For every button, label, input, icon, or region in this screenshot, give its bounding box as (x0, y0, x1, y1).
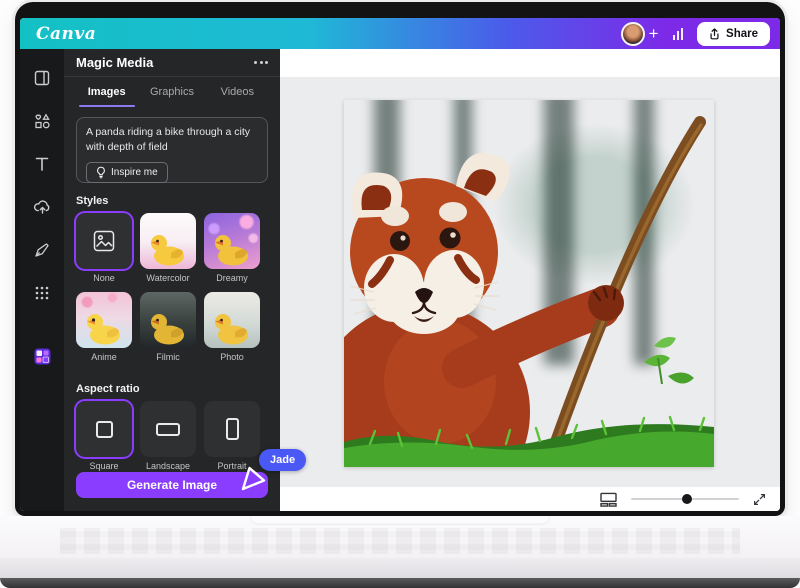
apps-icon[interactable] (28, 279, 56, 307)
laptop-base (0, 516, 800, 588)
share-upload-icon (709, 28, 720, 40)
styles-row-2: Anime (64, 292, 280, 362)
panel-header: Magic Media (64, 49, 280, 77)
aspect-ratio-heading: Aspect ratio (76, 383, 268, 395)
tab-images[interactable]: Images (74, 77, 139, 107)
keyboard (60, 528, 740, 554)
duck-illustration (83, 311, 125, 345)
canvas-bottom-bar (280, 487, 780, 511)
duck-illustration (211, 311, 253, 345)
text-icon[interactable] (28, 150, 56, 178)
hinge-notch (250, 516, 550, 525)
styles-row-1: None (64, 213, 280, 283)
app-window: Canva + Share (20, 18, 780, 511)
laptop-mockup: Canva + Share (0, 0, 800, 588)
pages-view-icon[interactable] (600, 492, 617, 507)
style-thumb-dreamy (204, 213, 260, 269)
zoom-slider-thumb[interactable] (682, 494, 692, 504)
duck-illustration (211, 232, 253, 266)
landscape-icon (156, 423, 180, 436)
canva-logo[interactable]: Canva (36, 24, 96, 44)
laptop-lid: Canva + Share (15, 2, 785, 516)
style-option-anime[interactable]: Anime (76, 292, 132, 362)
tab-graphics[interactable]: Graphics (139, 77, 204, 107)
image-icon (93, 230, 115, 252)
style-thumb-none (76, 213, 132, 269)
aspect-option-landscape[interactable]: Landscape (140, 401, 196, 471)
square-icon (96, 421, 113, 438)
topbar: Canva + Share (20, 18, 780, 49)
styles-heading: Styles (76, 195, 268, 207)
canvas-toolbar (280, 49, 780, 77)
style-option-filmic[interactable]: Filmic (140, 292, 196, 362)
share-button[interactable]: Share (697, 22, 770, 46)
aspect-option-portrait[interactable]: Portrait (204, 401, 260, 471)
aspect-option-square[interactable]: Square (76, 401, 132, 471)
style-thumb-anime (76, 292, 132, 348)
lightbulb-icon (96, 166, 106, 179)
design-icon[interactable] (28, 64, 56, 92)
generated-image[interactable] (344, 100, 714, 467)
style-option-none[interactable]: None (76, 213, 132, 283)
style-option-watercolor[interactable]: Watercolor (140, 213, 196, 283)
style-thumb-watercolor (140, 213, 196, 269)
panel-title: Magic Media (76, 55, 153, 70)
expand-icon[interactable] (753, 493, 766, 506)
prompt-input[interactable]: A panda riding a bike through a city wit… (76, 117, 268, 183)
red-panda-illustration (344, 100, 714, 467)
insights-icon[interactable] (673, 28, 684, 40)
add-member-button[interactable]: + (649, 25, 659, 42)
tab-videos[interactable]: Videos (205, 77, 270, 107)
style-option-dreamy[interactable]: Dreamy (204, 213, 260, 283)
workspace: Magic Media Images Graphics Videos A pan… (20, 49, 780, 511)
inspire-me-label: Inspire me (111, 167, 158, 178)
duck-illustration (147, 232, 189, 266)
duck-illustration (147, 311, 189, 345)
style-option-photo[interactable]: Photo (204, 292, 260, 362)
uploads-icon[interactable] (28, 193, 56, 221)
panel-tabs: Images Graphics Videos (64, 77, 280, 107)
ellipsis-icon[interactable] (254, 57, 268, 68)
aspect-ratio-options: Square Landscape Portrait (64, 401, 280, 471)
magic-media-app-icon[interactable] (28, 342, 56, 370)
elements-icon[interactable] (28, 107, 56, 135)
draw-icon[interactable] (28, 236, 56, 264)
style-thumb-filmic (140, 292, 196, 348)
prompt-text: A panda riding a bike through a city wit… (86, 125, 258, 155)
generate-image-button[interactable]: Generate Image (76, 472, 268, 498)
sidebar (20, 49, 64, 511)
topbar-actions: + Share (621, 22, 770, 46)
inspire-me-button[interactable]: Inspire me (86, 162, 168, 183)
portrait-icon (226, 418, 239, 440)
magic-media-panel: Magic Media Images Graphics Videos A pan… (64, 49, 280, 511)
style-thumb-photo (204, 292, 260, 348)
design-canvas (280, 49, 780, 511)
zoom-slider[interactable] (631, 493, 739, 505)
share-label: Share (726, 28, 758, 40)
user-avatar[interactable] (621, 22, 645, 46)
